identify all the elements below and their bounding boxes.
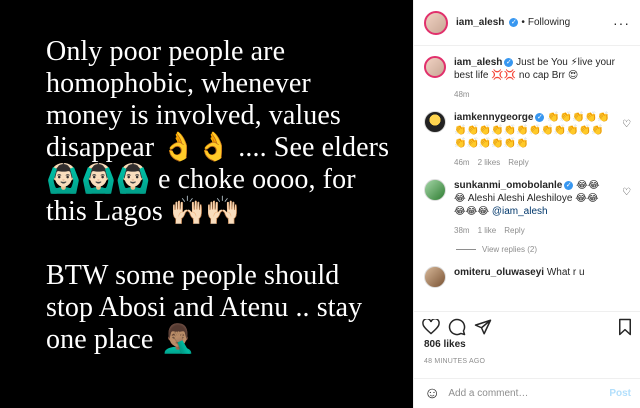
view-replies-button[interactable]: View replies (2) [456,245,631,254]
post-text-line: BTW some people should [46,260,340,291]
comment-username[interactable]: sunkanmi_omobolanle [454,180,562,191]
comment-text: iamkennygeorge ✓ 👏👏👏👏👏👏👏👏👏👏👏👏👏👏👏👏👏👏👏👏👏👏👏 [454,111,610,150]
post-image: Only poor people are homophobic, wheneve… [0,0,413,408]
likes-count[interactable]: 806 likes [424,339,466,350]
post-text-line: homophobic, whenever [46,68,311,99]
verified-badge-icon: ✓ [535,112,545,122]
author-info: iam_alesh ✓ • Following [456,17,570,28]
comments-list[interactable]: iam_alesh ✓ Just be You ⚡live your best l… [414,46,640,310]
verified-badge-icon: ✓ [504,57,514,67]
verified-badge-icon: ✓ [564,180,574,190]
comment-username[interactable]: omiteru_oluwaseyi [454,267,544,278]
replies-divider [456,249,476,250]
post-text-line: this Lagos 🙌🏻🙌🏻 [46,196,240,227]
caption-comment: iam_alesh ✓ Just be You ⚡live your best l… [424,56,631,101]
comment-text: sunkanmi_omobolanle ✓ 😂😂😂 Aleshi Aleshi A… [454,179,610,218]
post-header: iam_alesh ✓ • Following ··· [414,0,640,46]
comment-item: iamkennygeorge ✓ 👏👏👏👏👏👏👏👏👏👏👏👏👏👏👏👏👏👏👏👏👏👏👏 … [424,111,631,169]
comment-username[interactable]: iam_alesh [454,57,502,68]
commenter-avatar[interactable] [424,266,446,288]
more-options-icon[interactable]: ··· [613,15,630,31]
share-icon[interactable] [474,318,492,336]
post-text-line: money is involved, values [46,100,341,131]
reply-button[interactable]: Reply [504,224,524,237]
comment-input[interactable] [448,388,602,399]
emoji-icon[interactable]: ☺ [424,385,440,403]
post-text-line: stop Abosi and Atenu .. stay [46,292,363,323]
comment-time[interactable]: 38m [454,224,470,237]
post-paragraph-2: BTW some people should stop Abosi and At… [46,260,413,356]
post-text-line: disappear 👌👌 .... See elders [46,132,390,163]
comment-text: iam_alesh ✓ Just be You ⚡live your best l… [454,56,631,82]
comment-username[interactable]: iamkennygeorge [454,112,533,123]
commenter-avatar[interactable] [424,111,446,133]
post-actions [414,311,640,341]
commenter-avatar[interactable] [424,179,446,201]
comment-like-heart-icon[interactable]: ♡ [622,179,631,237]
post-text-line: one place 🤦🏽‍♂️ [46,324,196,355]
comment-item: sunkanmi_omobolanle ✓ 😂😂😂 Aleshi Aleshi A… [424,179,631,237]
comment-text: omiteru_oluwaseyi What r u [454,266,631,279]
comment-likes[interactable]: 2 likes [478,156,501,169]
comment-meta: 48m [454,88,631,101]
comment-time[interactable]: 48m [454,88,470,101]
comment-likes[interactable]: 1 like [478,224,497,237]
comment-like-heart-icon[interactable]: ♡ [622,111,631,169]
comment-meta: 46m 2 likes Reply [454,156,610,169]
comment-icon[interactable] [448,318,466,336]
view-replies-label: View replies (2) [482,245,537,254]
separator-dot: • [521,17,525,28]
post-sidebar: iam_alesh ✓ • Following ··· iam_alesh ✓ J… [413,0,640,408]
verified-badge-icon: ✓ [509,18,519,27]
comment-mention[interactable]: @iam_alesh [492,206,548,217]
post-paragraph-1: Only poor people are homophobic, wheneve… [46,36,413,228]
post-comment-button[interactable]: Post [609,388,631,399]
add-comment-bar: ☺ Post [414,378,640,408]
comment-meta: 38m 1 like Reply [454,224,610,237]
author-username[interactable]: iam_alesh [456,17,504,28]
post-text-line: 🙆🏻‍♂️🙆🏻‍♂️🙆🏻‍♂️ e choke oooo, for [46,164,356,195]
comment-item: omiteru_oluwaseyi What r u [424,266,631,288]
commenter-avatar[interactable] [424,56,446,78]
author-avatar[interactable] [424,10,448,35]
comment-body: What r u [546,267,585,278]
post-timestamp[interactable]: 48 MINUTES AGO [424,358,485,365]
bookmark-icon[interactable] [617,318,633,336]
comment-time[interactable]: 46m [454,156,470,169]
post-text-line: Only poor people are [46,36,286,67]
heart-icon[interactable] [422,318,440,335]
following-button[interactable]: Following [528,17,570,28]
reply-button[interactable]: Reply [508,156,528,169]
